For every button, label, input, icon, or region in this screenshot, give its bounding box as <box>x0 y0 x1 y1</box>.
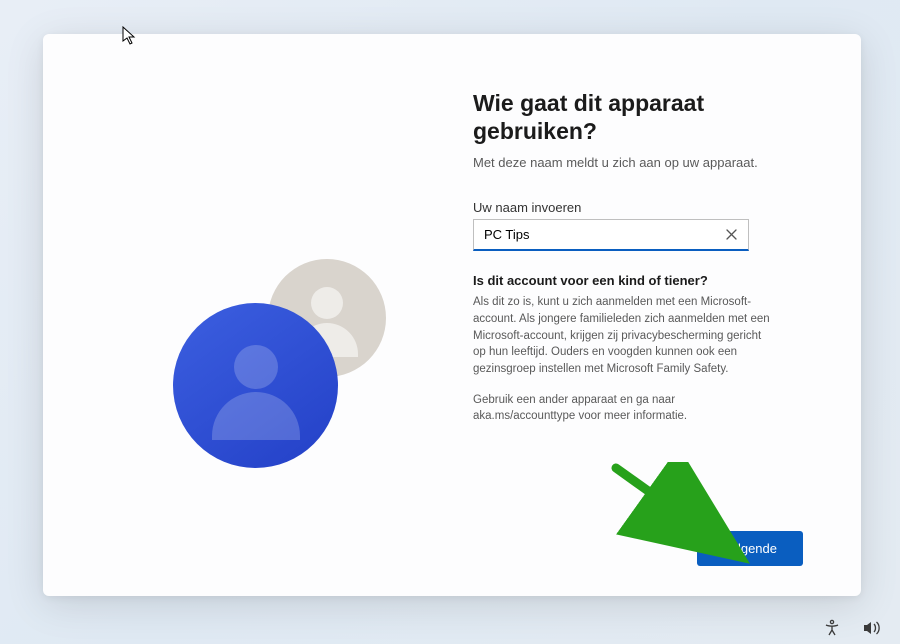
form-pane: Wie gaat dit apparaat gebruiken? Met dez… <box>463 34 861 596</box>
volume-icon <box>862 619 882 637</box>
accessibility-icon <box>823 619 841 637</box>
user-illustration <box>173 259 403 479</box>
volume-button[interactable] <box>862 618 882 638</box>
page-title: Wie gaat dit apparaat gebruiken? <box>473 90 803 145</box>
taskbar-tray <box>822 618 882 638</box>
page-subtitle: Met deze naam meldt u zich aan op uw app… <box>473 155 803 170</box>
name-input-wrap[interactable] <box>473 219 749 251</box>
illustration-pane <box>43 34 463 596</box>
accessibility-button[interactable] <box>822 618 842 638</box>
avatar-primary-icon <box>173 303 338 468</box>
name-field-label: Uw naam invoeren <box>473 200 803 215</box>
close-icon <box>726 229 737 240</box>
child-account-title: Is dit account voor een kind of tiener? <box>473 273 803 288</box>
clear-input-button[interactable] <box>722 226 740 244</box>
child-account-more: Gebruik een ander apparaat en ga naar ak… <box>473 392 773 425</box>
child-account-body: Als dit zo is, kunt u zich aanmelden met… <box>473 294 773 377</box>
name-input[interactable] <box>484 227 722 242</box>
next-button[interactable]: Volgende <box>697 531 803 566</box>
oobe-dialog: Wie gaat dit apparaat gebruiken? Met dez… <box>43 34 861 596</box>
